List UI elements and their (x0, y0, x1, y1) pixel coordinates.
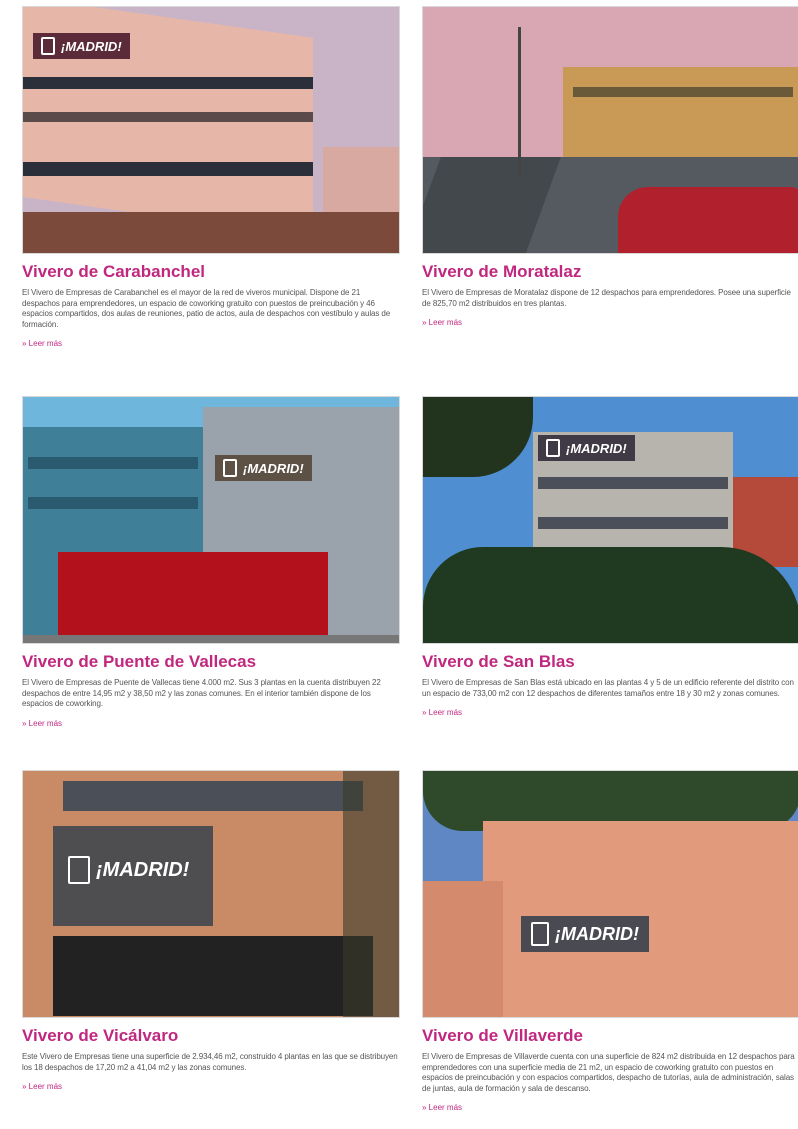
vivero-card-san-blas: ¡MADRID! Vivero de San Blas El Vivero de… (422, 396, 798, 720)
madrid-crest-icon (531, 922, 549, 946)
madrid-sign: ¡MADRID! (538, 435, 635, 461)
vivero-photo[interactable] (422, 6, 798, 254)
vivero-card-moratalaz: Vivero de Moratalaz El Vivero de Empresa… (422, 6, 798, 330)
read-more-link[interactable]: » Leer más (422, 318, 462, 327)
madrid-crest-icon (41, 37, 55, 55)
vivero-title[interactable]: Vivero de San Blas (422, 652, 798, 672)
vivero-photo[interactable]: ¡MADRID! (22, 396, 400, 644)
madrid-sign: ¡MADRID! (33, 33, 130, 59)
read-more-link[interactable]: » Leer más (422, 1103, 462, 1112)
vivero-photo[interactable]: ¡MADRID! (422, 396, 798, 644)
vivero-title[interactable]: Vivero de Villaverde (422, 1026, 798, 1046)
vivero-card-puente-de-vallecas: ¡MADRID! Vivero de Puente de Vallecas El… (22, 396, 400, 731)
madrid-sign: ¡MADRID! (215, 455, 312, 481)
madrid-sign: ¡MADRID! (521, 916, 649, 952)
vivero-card-villaverde: ¡MADRID! Vivero de Villaverde El Vivero … (422, 770, 798, 1115)
madrid-sign: ¡MADRID! (68, 856, 189, 884)
vivero-description: El Vivero de Empresas de Carabanchel es … (22, 288, 391, 329)
vivero-photo[interactable]: ¡MADRID! (22, 770, 400, 1018)
vivero-card-vicalvaro: ¡MADRID! Vivero de Vicálvaro Este Vivero… (22, 770, 400, 1094)
vivero-title[interactable]: Vivero de Moratalaz (422, 262, 798, 282)
read-more-link[interactable]: » Leer más (22, 719, 62, 728)
madrid-crest-icon (223, 459, 237, 477)
read-more-link[interactable]: » Leer más (22, 1082, 62, 1091)
vivero-title[interactable]: Vivero de Carabanchel (22, 262, 400, 282)
vivero-description: El Vivero de Empresas de Moratalaz dispo… (422, 288, 791, 308)
vivero-description: El Vivero de Empresas de Puente de Valle… (22, 678, 381, 708)
vivero-card-carabanchel: ¡MADRID! Vivero de Carabanchel El Vivero… (22, 6, 400, 351)
vivero-title[interactable]: Vivero de Vicálvaro (22, 1026, 400, 1046)
vivero-description: El Vivero de Empresas de Villaverde cuen… (422, 1052, 795, 1093)
vivero-description: Este Vivero de Empresas tiene una superf… (22, 1052, 398, 1072)
madrid-crest-icon (68, 856, 90, 884)
read-more-link[interactable]: » Leer más (22, 339, 62, 348)
vivero-title[interactable]: Vivero de Puente de Vallecas (22, 652, 400, 672)
madrid-crest-icon (546, 439, 560, 457)
vivero-photo[interactable]: ¡MADRID! (422, 770, 798, 1018)
read-more-link[interactable]: » Leer más (422, 708, 462, 717)
vivero-photo[interactable]: ¡MADRID! (22, 6, 400, 254)
vivero-description: El Vivero de Empresas de San Blas está u… (422, 678, 794, 698)
